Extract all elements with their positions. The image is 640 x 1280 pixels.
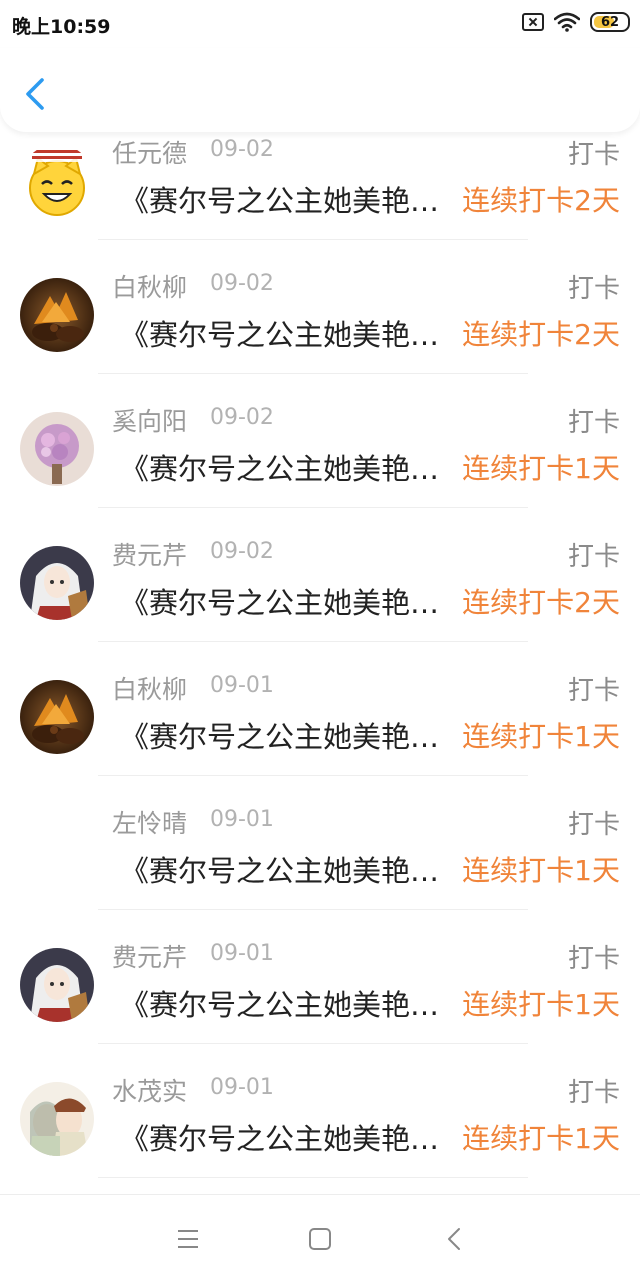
record-date: 09-02 [210, 539, 274, 564]
anime-girl-avatar[interactable] [20, 546, 94, 620]
record-row-3[interactable]: 奚向阳 09-02 打卡 《赛尔号之公主她美艳无双》 连续打卡1天 [0, 374, 640, 508]
header [0, 48, 640, 132]
battery-level: 62 [600, 14, 620, 30]
book-title[interactable]: 《赛尔号之公主她美艳无双》 [120, 982, 455, 1024]
record-row-6[interactable]: 左怜晴 09-01 打卡 《赛尔号之公主她美艳无双》 连续打卡1天 [0, 776, 640, 910]
user-name[interactable]: 白秋柳 [112, 268, 187, 304]
action-label: 打卡 [567, 542, 620, 572]
streak-label: 连续打卡1天 [462, 988, 620, 1021]
anime-couple-avatar[interactable] [20, 1082, 94, 1156]
record-date: 09-01 [210, 941, 274, 966]
user-name[interactable]: 费元芹 [112, 938, 187, 974]
user-name[interactable]: 奚向阳 [112, 402, 187, 438]
back-button[interactable] [18, 74, 52, 114]
status-time: 晚上10:59 [12, 16, 111, 38]
user-name[interactable]: 费元芹 [112, 536, 187, 572]
record-date: 09-02 [210, 271, 274, 296]
home-square-icon[interactable] [306, 1225, 334, 1253]
record-row-2[interactable]: 白秋柳 09-02 打卡 《赛尔号之公主她美艳无双》 连续打卡2天 [0, 240, 640, 374]
record-date: 09-01 [210, 807, 274, 832]
battery-icon: 62 [590, 12, 630, 32]
record-row-7[interactable]: 费元芹 09-01 打卡 《赛尔号之公主她美艳无双》 连续打卡1天 [0, 910, 640, 1044]
action-label: 打卡 [567, 1078, 620, 1108]
streak-label: 连续打卡1天 [462, 452, 620, 485]
checkin-record-list: 任元德 09-02 打卡 《赛尔号之公主她美艳无双》 连续打卡2天 白秋柳 09… [0, 106, 640, 1178]
book-title[interactable]: 《赛尔号之公主她美艳无双》 [120, 714, 455, 756]
user-name[interactable]: 水茂实 [112, 1072, 187, 1108]
action-label: 打卡 [567, 140, 620, 170]
streak-label: 连续打卡2天 [462, 184, 620, 217]
book-title[interactable]: 《赛尔号之公主她美艳无双》 [120, 580, 455, 622]
action-label: 打卡 [567, 810, 620, 840]
record-date: 09-01 [210, 673, 274, 698]
action-label: 打卡 [567, 408, 620, 438]
streak-label: 连续打卡2天 [462, 586, 620, 619]
user-name[interactable]: 白秋柳 [112, 670, 187, 706]
streak-label: 连续打卡1天 [462, 720, 620, 753]
book-title[interactable]: 《赛尔号之公主她美艳无双》 [120, 848, 455, 890]
book-title[interactable]: 《赛尔号之公主她美艳无双》 [120, 1116, 455, 1158]
streak-label: 连续打卡1天 [462, 854, 620, 887]
action-label: 打卡 [567, 274, 620, 304]
record-row-5[interactable]: 白秋柳 09-01 打卡 《赛尔号之公主她美艳无双》 连续打卡1天 [0, 642, 640, 776]
user-name[interactable]: 左怜晴 [112, 804, 187, 840]
record-row-4[interactable]: 费元芹 09-02 打卡 《赛尔号之公主她美艳无双》 连续打卡2天 [0, 508, 640, 642]
chevron-left-icon [26, 78, 44, 110]
row-divider [98, 1177, 528, 1178]
record-date: 09-01 [210, 1075, 274, 1100]
action-label: 打卡 [567, 676, 620, 706]
book-title[interactable]: 《赛尔号之公主她美艳无双》 [120, 312, 455, 354]
status-bar: 晚上10:59 62 [0, 0, 640, 48]
record-row-8[interactable]: 水茂实 09-01 打卡 《赛尔号之公主她美艳无双》 连续打卡1天 [0, 1044, 640, 1178]
book-title[interactable]: 《赛尔号之公主她美艳无双》 [120, 446, 455, 488]
record-date: 09-02 [210, 137, 274, 162]
wifi-icon [554, 12, 580, 32]
menu-icon[interactable] [174, 1225, 202, 1253]
cat-smiley-avatar[interactable] [20, 144, 94, 218]
status-icons: 62 [522, 12, 630, 32]
streak-label: 连续打卡1天 [462, 1122, 620, 1155]
flower-bouquet-avatar[interactable] [20, 412, 94, 486]
sim-off-icon [522, 13, 544, 31]
record-date: 09-02 [210, 405, 274, 430]
system-nav-bar [0, 1194, 640, 1280]
autumn-leaf-avatar[interactable] [20, 278, 94, 352]
user-name[interactable]: 任元德 [112, 134, 187, 170]
anime-girl-avatar[interactable] [20, 948, 94, 1022]
streak-label: 连续打卡2天 [462, 318, 620, 351]
action-label: 打卡 [567, 944, 620, 974]
autumn-leaf-avatar[interactable] [20, 680, 94, 754]
back-triangle-icon[interactable] [440, 1225, 468, 1253]
avatar-placeholder[interactable] [20, 814, 94, 888]
book-title[interactable]: 《赛尔号之公主她美艳无双》 [120, 178, 455, 220]
